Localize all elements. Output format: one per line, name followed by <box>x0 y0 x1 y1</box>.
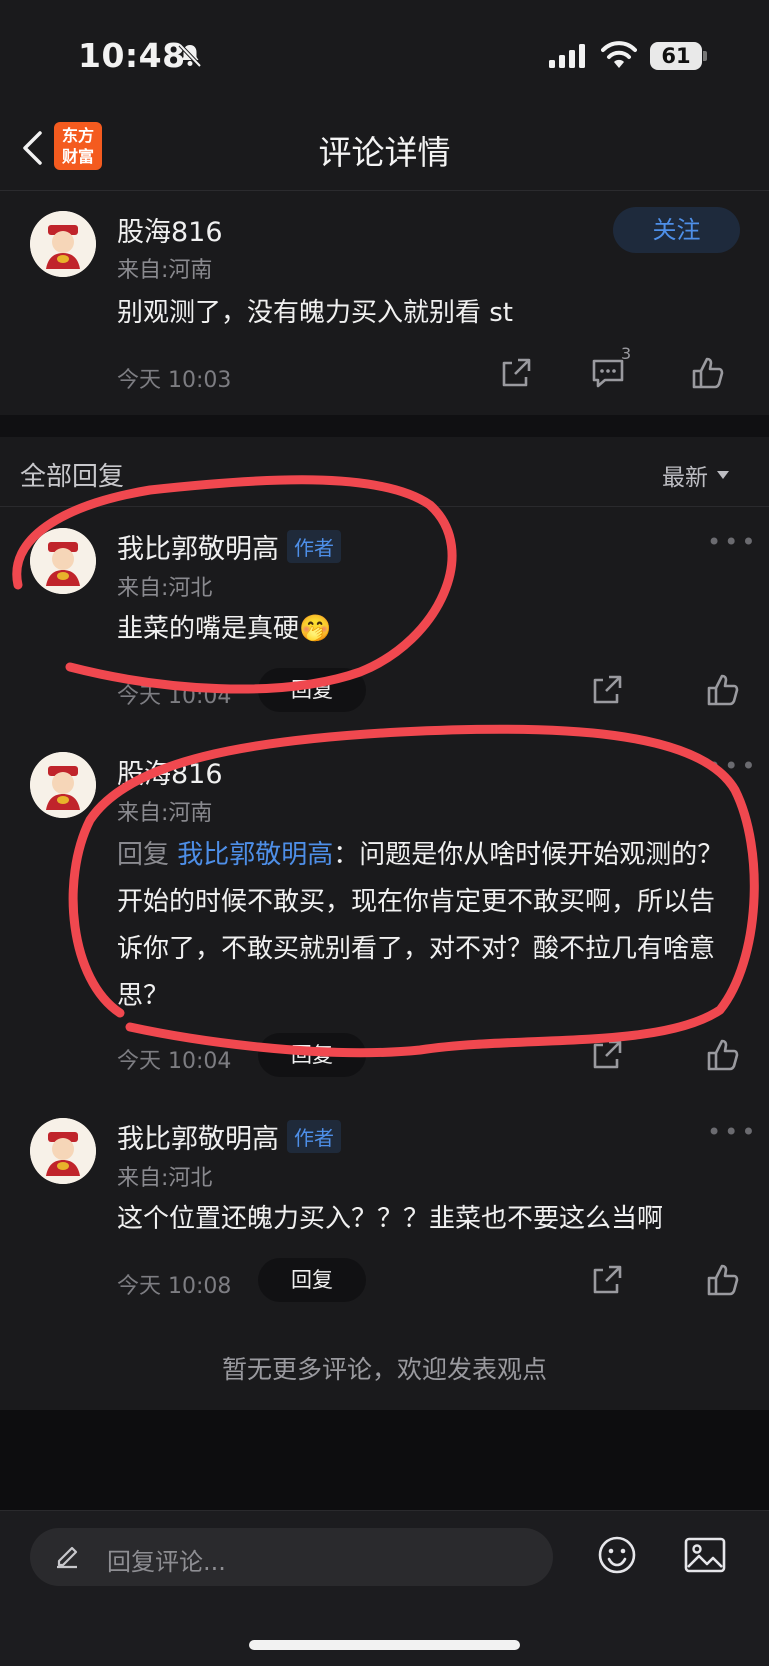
reply-username[interactable]: 我比郭敬明高 <box>117 1117 279 1156</box>
post-username[interactable]: 股海816 <box>117 210 223 249</box>
reply-username[interactable]: 股海816 <box>117 752 223 791</box>
reply-content: 韭菜的嘴是真硬🤭 <box>117 606 331 653</box>
avatar[interactable] <box>30 211 96 277</box>
comment-icon[interactable] <box>591 357 625 389</box>
shy-face-emoji-icon: 🤭 <box>299 614 332 644</box>
reply-prefix: 回复 <box>117 840 170 870</box>
post-time: 今天 10:03 <box>117 368 232 393</box>
sort-label: 最新 <box>662 465 708 491</box>
share-icon[interactable] <box>500 357 532 389</box>
pencil-icon <box>54 1541 80 1569</box>
more-options-icon[interactable]: ••• <box>707 752 758 780</box>
reply-header: 我比郭敬明高 作者 <box>117 1117 341 1156</box>
more-options-icon[interactable]: ••• <box>707 1118 758 1146</box>
emoji-icon[interactable] <box>597 1535 637 1575</box>
reply-content: 这个位置还魄力买入？？？韭菜也不要这么当啊 <box>117 1204 664 1234</box>
status-time: 10:48 <box>78 36 186 75</box>
reply-button[interactable]: 回复 <box>258 668 366 712</box>
home-indicator[interactable] <box>249 1640 520 1650</box>
like-icon[interactable] <box>691 356 725 390</box>
follow-button[interactable]: 关注 <box>613 207 740 253</box>
like-icon[interactable] <box>706 1263 740 1297</box>
footer-spacer <box>0 1410 769 1510</box>
reply-button[interactable]: 回复 <box>258 1258 366 1302</box>
reply-location: 来自:河南 <box>117 801 213 826</box>
avatar[interactable] <box>30 752 96 818</box>
bell-muted-icon <box>177 42 203 68</box>
share-icon[interactable] <box>591 1264 623 1296</box>
wifi-icon <box>601 40 637 70</box>
reply-username[interactable]: 我比郭敬明高 <box>117 527 279 566</box>
like-icon[interactable] <box>706 673 740 707</box>
reply-time: 今天 10:08 <box>117 1274 232 1299</box>
signal-icon <box>549 44 587 68</box>
share-icon[interactable] <box>591 674 623 706</box>
more-options-icon[interactable]: ••• <box>707 528 758 556</box>
reply-time: 今天 10:04 <box>117 684 232 709</box>
post-location: 来自:河南 <box>117 258 213 283</box>
author-badge: 作者 <box>287 530 341 563</box>
reply-text: 韭菜的嘴是真硬 <box>117 614 300 644</box>
page-title: 评论详情 <box>318 133 451 172</box>
battery-indicator: 61 <box>650 42 702 70</box>
reply-content: 回复 我比郭敬明高：问题是你从啥时候开始观测的？开始的时候不敢买，现在你肯定更不… <box>117 832 737 1020</box>
no-more-comments: 暂无更多评论，欢迎发表观点 <box>221 1355 547 1384</box>
avatar[interactable] <box>30 528 96 594</box>
reply-input-placeholder: 回复评论... <box>107 1548 226 1576</box>
nav-divider <box>0 190 769 191</box>
comment-count: 3 <box>621 344 632 363</box>
avatar[interactable] <box>30 1118 96 1184</box>
replies-title: 全部回复 <box>20 462 125 492</box>
reply-location: 来自:河北 <box>117 576 213 601</box>
reply-button[interactable]: 回复 <box>258 1033 366 1077</box>
section-gap <box>0 415 769 437</box>
post-content: 别观测了，没有魄力买入就别看 st <box>117 298 514 328</box>
image-icon[interactable] <box>683 1535 727 1575</box>
battery-tip <box>703 51 707 61</box>
like-icon[interactable] <box>706 1038 740 1072</box>
author-badge: 作者 <box>287 1120 341 1153</box>
reply-location: 来自:河北 <box>117 1166 213 1191</box>
caret-down-icon <box>717 471 729 479</box>
share-icon[interactable] <box>591 1039 623 1071</box>
reply-time: 今天 10:04 <box>117 1049 232 1074</box>
divider <box>0 506 769 507</box>
reply-header: 我比郭敬明高 作者 <box>117 527 341 566</box>
reply-target-user[interactable]: 我比郭敬明高 <box>177 840 333 870</box>
sort-dropdown[interactable]: 最新 <box>662 458 730 492</box>
